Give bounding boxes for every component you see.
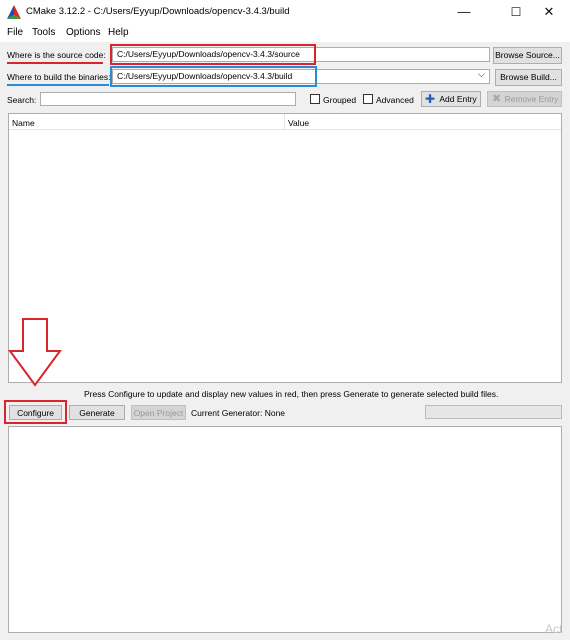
- table-header: [9, 114, 561, 130]
- add-entry-label: Add Entry: [439, 94, 477, 104]
- browse-source-button[interactable]: Browse Source...: [493, 47, 562, 64]
- search-input[interactable]: [40, 92, 296, 106]
- current-generator-label: Current Generator: None: [191, 408, 286, 418]
- advanced-label: Advanced: [376, 95, 414, 105]
- watermark-text: Act: [545, 622, 563, 636]
- remove-entry-button[interactable]: ✖ Remove Entry: [487, 91, 562, 107]
- output-log[interactable]: [8, 426, 562, 633]
- chevron-down-icon[interactable]: ⌵: [478, 69, 485, 80]
- cmake-logo-icon: [7, 5, 21, 19]
- open-project-button[interactable]: Open Project: [131, 405, 186, 420]
- grouped-checkbox[interactable]: [310, 94, 320, 104]
- build-label-underline: [7, 84, 109, 86]
- remove-entry-label: Remove Entry: [504, 94, 559, 104]
- remove-icon: ✖: [492, 93, 502, 105]
- cache-table[interactable]: [8, 113, 562, 383]
- add-entry-button[interactable]: ✚ Add Entry: [421, 91, 481, 107]
- grouped-label: Grouped: [323, 95, 357, 105]
- menu-options[interactable]: Options: [66, 27, 100, 38]
- source-label-underline: [7, 62, 103, 64]
- menu-help[interactable]: Help: [108, 27, 129, 38]
- menu-tools[interactable]: Tools: [32, 27, 55, 38]
- column-separator: [284, 114, 285, 130]
- column-header-name[interactable]: Name: [12, 118, 35, 128]
- menu-file[interactable]: File: [7, 27, 23, 38]
- source-label: Where is the source code:: [7, 50, 106, 60]
- arrow-down-icon: [8, 318, 62, 387]
- minimize-button[interactable]: —: [443, 0, 485, 24]
- window-title: CMake 3.12.2 - C:/Users/Eyyup/Downloads/…: [26, 6, 290, 17]
- configure-highlight-box: [4, 400, 67, 424]
- advanced-checkbox[interactable]: [363, 94, 373, 104]
- plus-icon: ✚: [425, 92, 436, 106]
- browse-build-button[interactable]: Browse Build...: [495, 69, 562, 86]
- close-button[interactable]: ✕: [528, 0, 570, 24]
- build-highlight-box: [110, 66, 317, 87]
- source-highlight-box: [110, 44, 316, 65]
- progress-bar: [425, 405, 562, 419]
- info-text: Press Configure to update and display ne…: [84, 389, 499, 399]
- generate-button[interactable]: Generate: [69, 405, 125, 420]
- build-label: Where to build the binaries:: [7, 72, 111, 82]
- search-label: Search:: [7, 95, 37, 105]
- column-header-value[interactable]: Value: [288, 118, 309, 128]
